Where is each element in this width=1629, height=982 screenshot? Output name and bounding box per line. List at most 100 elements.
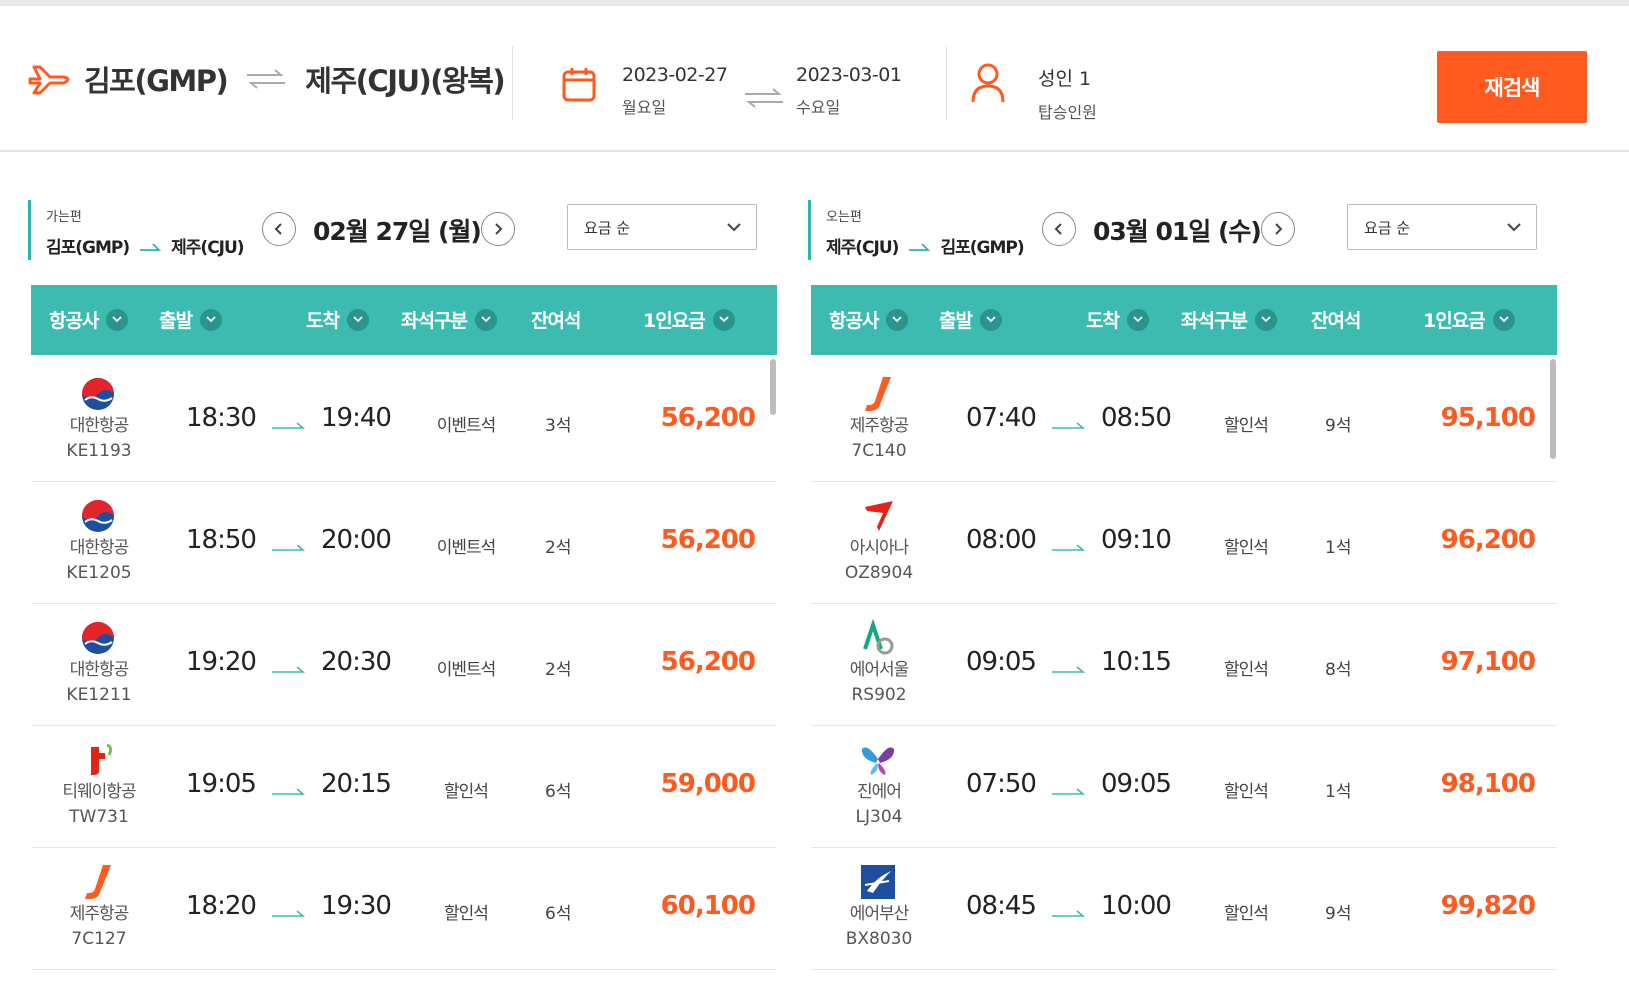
fare-price[interactable]: 60,100 bbox=[661, 891, 756, 921]
leg-type: 가는편 bbox=[46, 210, 82, 225]
flight-number: KE1205 bbox=[66, 563, 132, 583]
passenger-count[interactable]: 성인 1 탑승인원 bbox=[1038, 64, 1097, 123]
airline-name: 진에어 bbox=[857, 782, 902, 802]
header-label: 출발 bbox=[159, 310, 193, 332]
header-airline[interactable]: 항공사 bbox=[829, 306, 909, 333]
korean-air-icon bbox=[79, 619, 117, 657]
fare-price[interactable]: 56,200 bbox=[661, 403, 756, 433]
header-label: 1인요금 bbox=[643, 310, 706, 332]
remaining-seats: 8석 bbox=[1325, 660, 1352, 680]
header-label: 좌석구분 bbox=[401, 310, 468, 332]
arrow-right-icon bbox=[272, 666, 305, 673]
next-day-button[interactable] bbox=[481, 212, 515, 246]
seat-class: 할인석 bbox=[444, 782, 489, 802]
flight-number: 7C127 bbox=[71, 929, 127, 949]
header-label: 좌석구분 bbox=[1181, 310, 1248, 332]
depart-date[interactable]: 2023-02-27 월요일 bbox=[622, 64, 728, 118]
jeju-air-icon bbox=[859, 375, 897, 413]
seat-class: 이벤트석 bbox=[436, 660, 497, 680]
air-seoul-icon bbox=[859, 618, 897, 657]
chevron-down-icon bbox=[727, 223, 741, 232]
depart-time: 18:50 bbox=[186, 525, 257, 555]
sort-select[interactable]: 요금 순 bbox=[567, 204, 757, 250]
fare-price[interactable]: 97,100 bbox=[1441, 647, 1536, 677]
chevron-right-icon bbox=[495, 223, 503, 235]
flight-number: 7C140 bbox=[851, 441, 907, 461]
header-depart[interactable]: 출발 bbox=[159, 306, 222, 333]
korean-air-icon bbox=[79, 497, 117, 535]
research-button[interactable]: 재검색 bbox=[1437, 51, 1587, 123]
header-seat[interactable]: 좌석구분 bbox=[1181, 306, 1277, 333]
arrive-time: 10:15 bbox=[1101, 647, 1172, 677]
flight-row[interactable]: 제주항공 7C140 07:40 08:50 할인석 9석 95,100 bbox=[811, 355, 1557, 482]
arrow-right-icon bbox=[1052, 422, 1085, 429]
prev-day-button[interactable] bbox=[1042, 212, 1076, 246]
header-label: 1인요금 bbox=[1423, 310, 1486, 332]
flight-row[interactable]: 대한항공 KE1193 18:30 19:40 이벤트석 3석 56,200 bbox=[31, 355, 777, 482]
header-arrive[interactable]: 도착 bbox=[306, 306, 369, 333]
calendar-icon bbox=[562, 68, 596, 102]
chevron-down-icon bbox=[1492, 308, 1515, 331]
seat-class: 할인석 bbox=[1224, 416, 1269, 436]
depart-time: 18:20 bbox=[186, 891, 257, 921]
sort-value: 요금 순 bbox=[1364, 218, 1411, 237]
header-seat[interactable]: 좌석구분 bbox=[401, 306, 497, 333]
flight-number: RS902 bbox=[851, 685, 907, 705]
origin-city: 김포(GMP) bbox=[84, 64, 229, 98]
header-label: 잔여석 bbox=[1311, 310, 1361, 332]
fare-price[interactable]: 59,000 bbox=[661, 769, 756, 799]
leg-to: 김포(GMP) bbox=[940, 238, 1024, 258]
depart-time: 08:00 bbox=[966, 525, 1037, 555]
tway-icon bbox=[79, 741, 117, 779]
flight-row[interactable]: 에어서울 RS902 09:05 10:15 할인석 8석 97,100 bbox=[811, 599, 1557, 726]
header-fare[interactable]: 1인요금 bbox=[1423, 306, 1515, 333]
leg-to: 제주(CJU) bbox=[171, 238, 244, 258]
seat-class: 이벤트석 bbox=[436, 416, 497, 436]
flight-row[interactable]: 대한항공 KE1211 19:20 20:30 이벤트석 2석 56,200 bbox=[31, 599, 777, 726]
fare-price[interactable]: 95,100 bbox=[1441, 403, 1536, 433]
sort-select[interactable]: 요금 순 bbox=[1347, 204, 1537, 250]
fare-price[interactable]: 56,200 bbox=[661, 525, 756, 555]
airline-name: 에어서울 bbox=[849, 660, 910, 680]
next-day-button[interactable] bbox=[1261, 212, 1295, 246]
flight-row[interactable]: 대한항공 KE1205 18:50 20:00 이벤트석 2석 56,200 bbox=[31, 477, 777, 604]
arrow-right-icon bbox=[909, 242, 931, 251]
divider bbox=[512, 46, 513, 120]
flight-row[interactable]: 티웨이항공 TW731 19:05 20:15 할인석 6석 59,000 bbox=[31, 721, 777, 848]
flight-row[interactable]: 에어부산 BX8030 08:45 10:00 할인석 9석 99,820 bbox=[811, 843, 1557, 970]
inbound-panel: 오는편 제주(CJU) 김포(GMP) 03월 01일 (수) 요금 순 항공사… bbox=[808, 200, 1558, 982]
chevron-right-icon bbox=[1275, 223, 1283, 235]
arrive-time: 10:00 bbox=[1101, 891, 1172, 921]
prev-day-button[interactable] bbox=[262, 212, 296, 246]
header-label: 잔여석 bbox=[531, 310, 581, 332]
scrollbar[interactable] bbox=[770, 359, 776, 415]
leg-type: 오는편 bbox=[826, 210, 862, 225]
airplane-icon bbox=[28, 65, 70, 95]
fare-price[interactable]: 56,200 bbox=[661, 647, 756, 677]
arrow-right-icon bbox=[272, 422, 305, 429]
header-label: 도착 bbox=[1086, 310, 1120, 332]
flight-row[interactable]: 아시아나 OZ8904 08:00 09:10 할인석 1석 96,200 bbox=[811, 477, 1557, 604]
header-arrive[interactable]: 도착 bbox=[1086, 306, 1149, 333]
fare-price[interactable]: 98,100 bbox=[1441, 769, 1536, 799]
header-depart[interactable]: 출발 bbox=[939, 306, 1002, 333]
seat-class: 할인석 bbox=[1224, 904, 1269, 924]
return-date[interactable]: 2023-03-01 수요일 bbox=[796, 64, 902, 118]
remaining-seats: 2석 bbox=[545, 660, 572, 680]
chevron-down-icon bbox=[712, 308, 735, 331]
arrive-time: 08:50 bbox=[1101, 403, 1172, 433]
airline-name: 아시아나 bbox=[849, 538, 910, 558]
sort-value: 요금 순 bbox=[584, 218, 631, 237]
header-airline[interactable]: 항공사 bbox=[49, 306, 129, 333]
jin-air-icon bbox=[859, 741, 897, 779]
scrollbar[interactable] bbox=[1550, 359, 1556, 459]
fare-price[interactable]: 96,200 bbox=[1441, 525, 1536, 555]
arrive-time: 09:10 bbox=[1101, 525, 1172, 555]
flight-row[interactable]: 제주항공 7C127 18:20 19:30 할인석 6석 60,100 bbox=[31, 843, 777, 970]
inbound-date-title: 03월 01일 (수) bbox=[1093, 217, 1262, 246]
fare-price[interactable]: 99,820 bbox=[1441, 891, 1536, 921]
depart-time: 19:05 bbox=[186, 769, 257, 799]
flight-row[interactable]: 진에어 LJ304 07:50 09:05 할인석 1석 98,100 bbox=[811, 721, 1557, 848]
outbound-leg-label: 가는편 김포(GMP) 제주(CJU) bbox=[28, 200, 245, 260]
header-fare[interactable]: 1인요금 bbox=[643, 306, 735, 333]
